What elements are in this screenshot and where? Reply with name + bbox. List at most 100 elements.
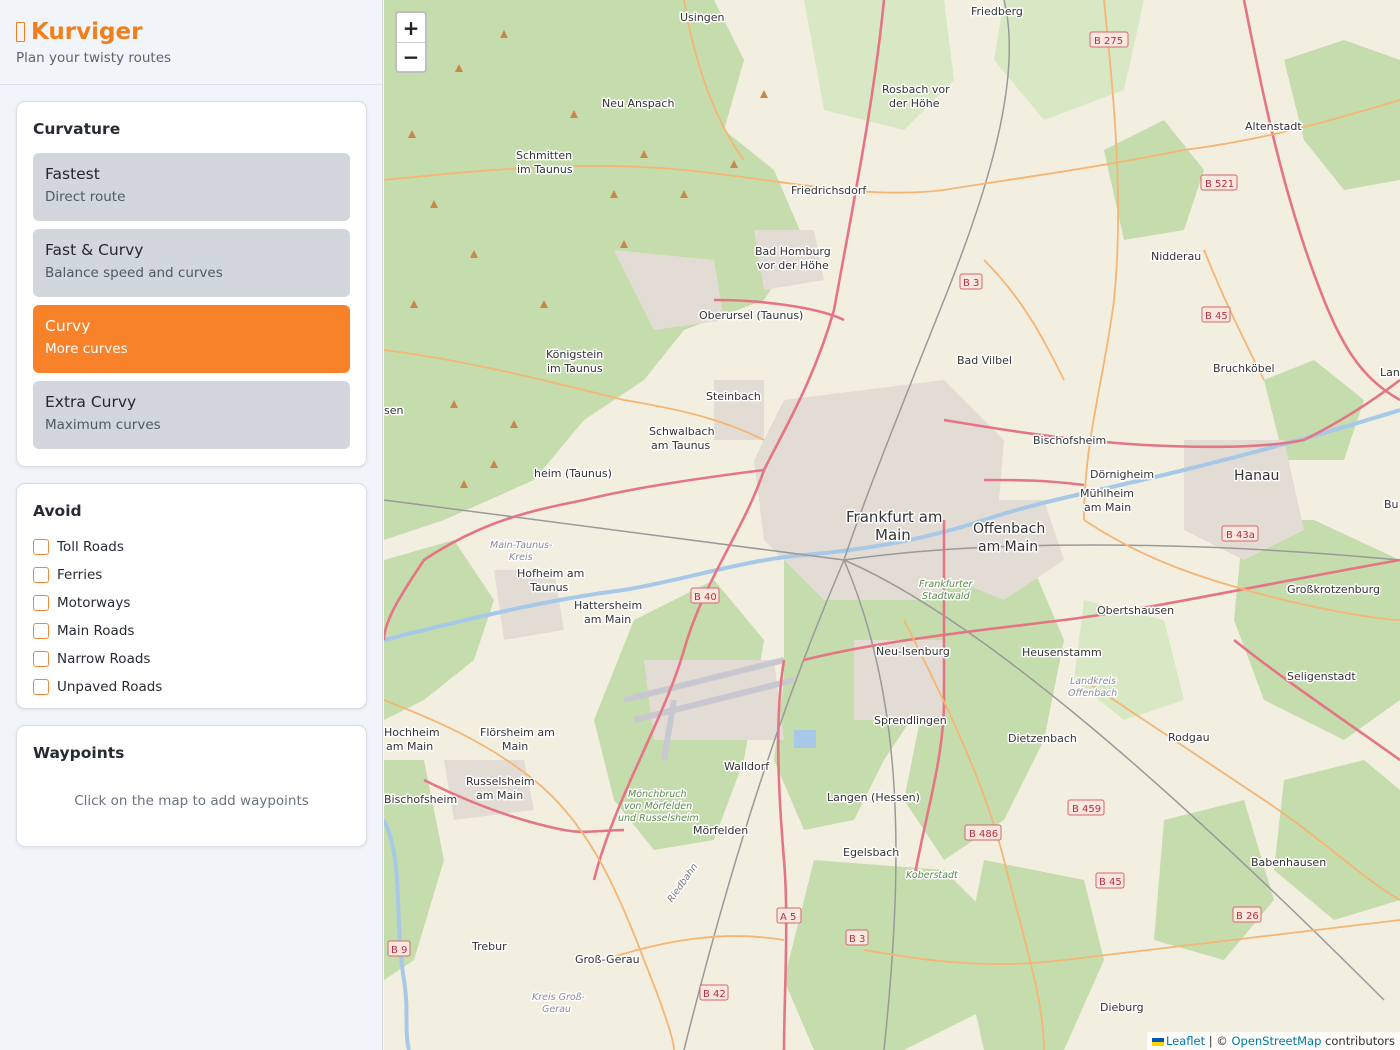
avoid-panel: Avoid Toll Roads Ferries Motorways Main … bbox=[16, 483, 367, 709]
label-rosbach-1: Rosbach vor bbox=[882, 83, 950, 96]
badge-b9: B 9 bbox=[387, 940, 411, 957]
label-walldorf: Walldorf bbox=[724, 760, 770, 773]
label-floersheim-1: Flörsheim am bbox=[480, 726, 555, 739]
avoid-unpaved-roads[interactable]: Unpaved Roads bbox=[33, 673, 350, 701]
label-sen: sen bbox=[384, 404, 403, 417]
label-frankfurter-1: Frankfurter bbox=[919, 579, 974, 590]
label-rodgau: Rodgau bbox=[1168, 731, 1210, 744]
label-dieburg: Dieburg bbox=[1100, 1001, 1144, 1014]
label-offenbach-1: Offenbach bbox=[973, 521, 1045, 537]
label-steinbach: Steinbach bbox=[706, 390, 761, 403]
brand-name: Kurviger bbox=[31, 19, 143, 45]
label-frankfurt-2: Main bbox=[875, 526, 911, 544]
brand-logo-icon bbox=[16, 22, 25, 42]
label-egelsbach: Egelsbach bbox=[843, 846, 899, 859]
attribution-separator: | © bbox=[1205, 1034, 1232, 1048]
map-tiles: Usingen Friedberg Rosbach vor der Höhe N… bbox=[384, 0, 1400, 1050]
label-moenchbruch-2: von Mörfelden bbox=[624, 801, 692, 812]
label-hattersheim-2: am Main bbox=[584, 613, 631, 626]
label-schmitten-1: Schmitten bbox=[516, 149, 572, 162]
osm-link[interactable]: OpenStreetMap bbox=[1231, 1034, 1321, 1048]
label-main-taunus-2: Kreis bbox=[509, 552, 533, 563]
curvature-panel: Curvature Fastest Direct route Fast & Cu… bbox=[16, 101, 367, 467]
badge-b45-north: B 45 bbox=[1201, 306, 1231, 323]
svg-text:B 45: B 45 bbox=[1205, 311, 1228, 322]
avoid-narrow-roads[interactable]: Narrow Roads bbox=[33, 645, 350, 673]
label-hochheim-1: Hochheim bbox=[384, 726, 440, 739]
svg-text:B 486: B 486 bbox=[969, 829, 998, 840]
option-title: Fast & Curvy bbox=[45, 241, 144, 259]
narrow-roads-checkbox[interactable] bbox=[33, 651, 49, 667]
label-hanau: Hanau bbox=[1234, 468, 1279, 484]
label-bad-homburg-2: vor der Höhe bbox=[757, 259, 829, 272]
label-nidderau: Nidderau bbox=[1151, 250, 1201, 263]
ukraine-flag-icon bbox=[1151, 1037, 1164, 1046]
badge-b521: B 521 bbox=[1200, 174, 1238, 191]
avoid-main-roads[interactable]: Main Roads bbox=[33, 617, 350, 645]
label-hochheim-2: am Main bbox=[386, 740, 433, 753]
avoid-motorways[interactable]: Motorways bbox=[33, 589, 350, 617]
label-koenigstein-1: Königstein bbox=[546, 348, 603, 361]
label-trebur: Trebur bbox=[471, 940, 507, 953]
label-bischofsheim-2: Bischofsheim bbox=[384, 793, 457, 806]
option-subtitle: Balance speed and curves bbox=[45, 265, 223, 281]
label-kreis-gg-1: Kreis Groß- bbox=[532, 992, 586, 1003]
avoid-label: Main Roads bbox=[57, 623, 135, 639]
label-bruchkoebel: Bruchköbel bbox=[1213, 362, 1275, 375]
label-landkreis-2: Offenbach bbox=[1068, 688, 1117, 699]
label-usingen: Usingen bbox=[680, 11, 725, 24]
zoom-in-button[interactable]: + bbox=[397, 13, 425, 42]
avoid-ferries[interactable]: Ferries bbox=[33, 561, 350, 589]
badge-b275: B 275 bbox=[1089, 31, 1129, 48]
curvature-option-fastest[interactable]: Fastest Direct route bbox=[33, 153, 350, 221]
curvature-option-extra-curvy[interactable]: Extra Curvy Maximum curves bbox=[33, 381, 350, 449]
badge-b3-north: B 3 bbox=[959, 273, 983, 290]
label-frankfurter-2: Stadtwald bbox=[922, 591, 971, 602]
svg-text:B 43a: B 43a bbox=[1226, 530, 1255, 541]
option-title: Fastest bbox=[45, 165, 100, 183]
avoid-label: Unpaved Roads bbox=[57, 679, 163, 695]
avoid-toll-roads[interactable]: Toll Roads bbox=[33, 533, 350, 561]
sidebar: Kurviger Plan your twisty routes Curvatu… bbox=[0, 0, 383, 1050]
ferries-checkbox[interactable] bbox=[33, 567, 49, 583]
label-obertshausen: Obertshausen bbox=[1097, 604, 1174, 617]
waypoints-panel: Waypoints Click on the map to add waypoi… bbox=[16, 725, 367, 847]
label-gross-gerau: Groß-Gerau bbox=[575, 953, 640, 966]
label-schwalbach-1: Schwalbach bbox=[649, 425, 715, 438]
option-subtitle: More curves bbox=[45, 341, 128, 357]
curvature-title: Curvature bbox=[33, 120, 121, 138]
label-lan: Lan bbox=[1380, 366, 1400, 379]
motorways-checkbox[interactable] bbox=[33, 595, 49, 611]
curvature-option-fast-curvy[interactable]: Fast & Curvy Balance speed and curves bbox=[33, 229, 350, 297]
label-dietzenbach: Dietzenbach bbox=[1008, 732, 1077, 745]
option-title: Curvy bbox=[45, 317, 91, 335]
svg-text:B 45: B 45 bbox=[1099, 877, 1122, 888]
waypoints-title: Waypoints bbox=[33, 744, 125, 762]
toll-roads-checkbox[interactable] bbox=[33, 539, 49, 555]
svg-text:A 5: A 5 bbox=[780, 912, 796, 923]
zoom-out-button[interactable]: − bbox=[397, 42, 425, 71]
option-subtitle: Maximum curves bbox=[45, 417, 161, 433]
brand-title: Kurviger bbox=[16, 18, 366, 46]
label-hofheim-2: Taunus bbox=[529, 581, 569, 594]
label-ruesselsheim-2: am Main bbox=[476, 789, 523, 802]
unpaved-roads-checkbox[interactable] bbox=[33, 679, 49, 695]
avoid-label: Ferries bbox=[57, 567, 103, 583]
curvature-option-curvy[interactable]: Curvy More curves bbox=[33, 305, 350, 373]
label-friedberg: Friedberg bbox=[971, 5, 1023, 18]
label-hofheim-1: Hofheim am bbox=[517, 567, 584, 580]
main-roads-checkbox[interactable] bbox=[33, 623, 49, 639]
badge-b40: B 40 bbox=[690, 587, 720, 604]
label-rosbach-2: der Höhe bbox=[889, 97, 940, 110]
label-hattersheim-1: Hattersheim bbox=[574, 599, 642, 612]
badge-b43a: B 43a bbox=[1221, 525, 1259, 542]
svg-text:B 521: B 521 bbox=[1205, 179, 1234, 190]
leaflet-link[interactable]: Leaflet bbox=[1166, 1034, 1205, 1048]
label-frankfurt-1: Frankfurt am bbox=[846, 508, 943, 526]
label-schwalbach-2: am Taunus bbox=[651, 439, 711, 452]
map-canvas[interactable]: Usingen Friedberg Rosbach vor der Höhe N… bbox=[384, 0, 1400, 1050]
map-attribution: Leaflet | © OpenStreetMap contributors bbox=[1146, 1032, 1400, 1050]
label-heusenstamm: Heusenstamm bbox=[1022, 646, 1102, 659]
avoid-label: Narrow Roads bbox=[57, 651, 151, 667]
svg-text:B 26: B 26 bbox=[1236, 911, 1259, 922]
